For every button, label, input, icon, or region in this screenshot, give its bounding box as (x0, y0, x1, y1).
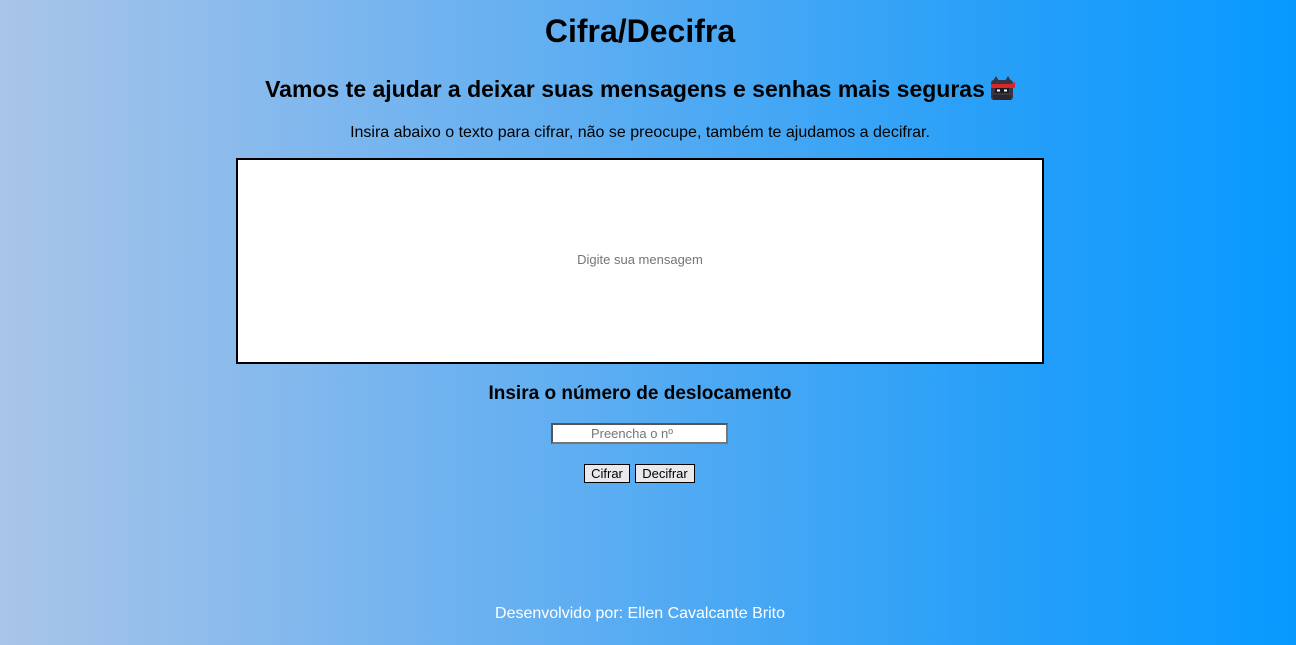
page-title: Cifra/Decifra (544, 13, 736, 49)
decrypt-button[interactable]: Decifrar (635, 464, 695, 483)
page-subtitle: Vamos te ajudar a deixar suas mensagens … (0, 75, 1280, 103)
footer-credit: Desenvolvido por: Ellen Cavalcante Brito (495, 605, 785, 622)
shift-label: Insira o número de deslocamento (488, 383, 792, 404)
encrypt-button[interactable]: Cifrar (584, 464, 630, 483)
instructions-text: Insira abaixo o texto para cifrar, não s… (350, 124, 930, 141)
ninja-icon (989, 75, 1015, 101)
subtitle-text: Vamos te ajudar a deixar suas mensagens … (265, 76, 985, 102)
shift-number-input[interactable] (551, 423, 728, 444)
message-input[interactable] (236, 158, 1044, 364)
